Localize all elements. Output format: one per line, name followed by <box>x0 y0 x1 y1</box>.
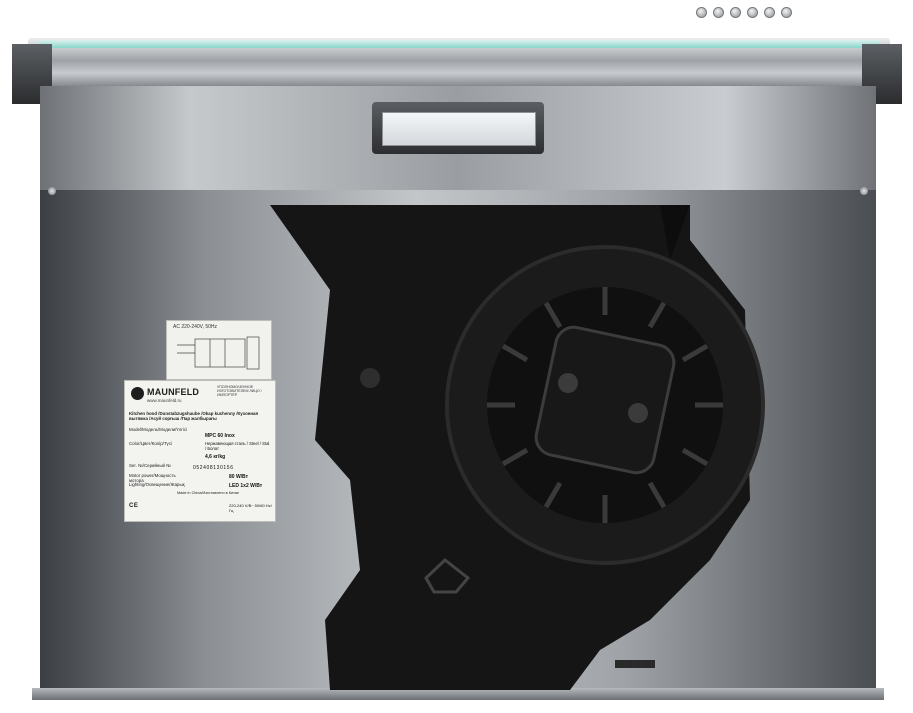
model-label: Model/Модель/Модели/Үлгісі <box>129 427 188 432</box>
weight-value: 4,6 кг/kg <box>205 454 226 460</box>
blower-motor <box>270 205 765 690</box>
control-knob-1[interactable] <box>696 7 707 18</box>
importer-text: УПОЛНОМОЧЕННОЕ ИЗГОТОВИТЕЛЕМ ЛИЦО / ИМПО… <box>217 385 262 398</box>
lighting-value: LED 1x2 W/Вт <box>229 483 263 489</box>
color-label: Color/Цвет/Колір/Түсі <box>129 441 172 446</box>
control-knob-3[interactable] <box>730 7 741 18</box>
lighting-label: Lighting/Освещение/Жарық <box>129 482 185 487</box>
color-value: Нержавеющая сталь / Steel / Stal / Болат <box>205 441 270 451</box>
rating-label: MAUNFELD www.maunfeld.ru УПОЛНОМОЧЕННОЕ … <box>124 380 276 522</box>
serial-value: 052408130156 <box>193 465 234 471</box>
power-supply-text: AC 220-240V, 50Hz <box>173 324 218 330</box>
control-knob-6[interactable] <box>781 7 792 18</box>
model-value: MPC 60 Inox <box>205 433 235 439</box>
power-label: AC 220-240V, 50Hz <box>166 320 272 380</box>
made-in-text: Made in China/Изготовлено в Китае <box>177 491 239 495</box>
brand-url: www.maunfeld.ru <box>147 398 182 403</box>
bolt-icon <box>628 403 648 423</box>
control-knob-5[interactable] <box>764 7 775 18</box>
screw-icon <box>48 187 56 195</box>
product-name: Kitchen hood /Dunstabzugshaube /Okap kuc… <box>129 411 259 421</box>
motor-value: 80 W/Вт <box>229 474 249 480</box>
display-window <box>382 112 536 146</box>
control-knob-2[interactable] <box>713 7 724 18</box>
bolt-icon <box>360 368 380 388</box>
cable-clip <box>615 660 655 668</box>
cert-marks: CE <box>129 503 139 509</box>
bolt-icon <box>558 373 578 393</box>
glass-strip <box>40 40 880 48</box>
serial-label: Ser. №/Серийный № <box>129 463 171 468</box>
maunfeld-logo <box>131 387 144 400</box>
motor-cap <box>534 325 676 475</box>
screw-icon <box>860 187 868 195</box>
wiring-diagram <box>177 336 260 370</box>
control-knob-4[interactable] <box>747 7 758 18</box>
brand-name: MAUNFELD <box>147 387 200 397</box>
range-hood: AC 220-240V, 50Hz MAUNFELD www.maunfeld.… <box>0 0 913 713</box>
voltage-value: 220-240 V/В~ 50/60 Hz/Гц <box>229 503 272 513</box>
